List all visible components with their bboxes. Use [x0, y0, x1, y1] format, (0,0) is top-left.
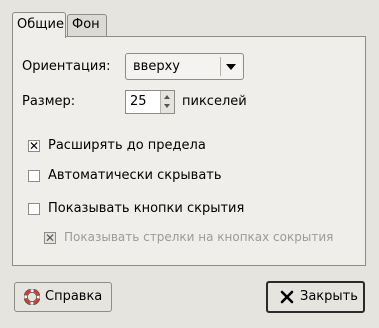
size-label: Размер: [22, 94, 76, 109]
orientation-value: вверху [133, 59, 180, 74]
tab-general[interactable]: Общие [12, 12, 66, 38]
close-button-label: Закрыть [300, 289, 358, 304]
spin-buttons[interactable] [160, 91, 174, 113]
help-button-label: Справка [45, 289, 103, 304]
tab-background[interactable]: Фон [67, 14, 107, 36]
show-hide-buttons-label[interactable]: Показывать кнопки скрытия [48, 201, 244, 216]
show-arrows-label: Показывать стрелки на кнопках сокрытия [64, 230, 334, 244]
orientation-label: Ориентация: [22, 59, 111, 74]
expand-label[interactable]: Расширять до предела [48, 138, 206, 153]
autohide-label[interactable]: Автоматически скрывать [48, 168, 222, 183]
size-spinbutton[interactable]: 25 [125, 90, 175, 114]
spin-down-icon[interactable] [164, 104, 170, 108]
show-arrows-checkbox: ✕ [44, 231, 56, 245]
size-unit: пикселей [182, 94, 247, 109]
chevron-down-icon [226, 64, 236, 70]
spin-up-icon[interactable] [164, 95, 170, 99]
close-button[interactable]: Закрыть [266, 281, 365, 313]
autohide-checkbox[interactable] [28, 170, 40, 182]
tab-background-label: Фон [72, 17, 100, 32]
show-hide-buttons-checkbox[interactable] [28, 203, 40, 215]
expand-checkbox[interactable]: ✕ [28, 140, 40, 152]
size-value: 25 [130, 94, 147, 109]
orientation-dropdown[interactable]: вверху [125, 53, 244, 80]
close-x-icon [280, 290, 294, 308]
dropdown-separator [220, 57, 221, 76]
tab-general-label: Общие [17, 17, 64, 32]
help-button[interactable]: Справка [14, 282, 112, 312]
lifebuoy-icon [23, 288, 41, 309]
